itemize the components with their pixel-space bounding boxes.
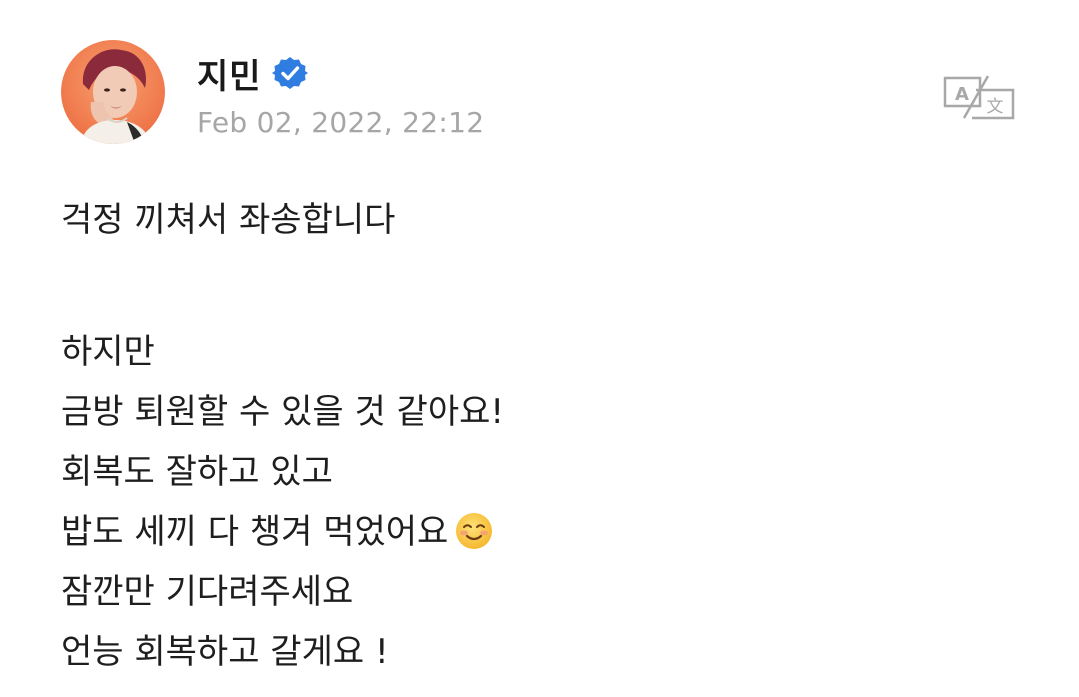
translate-icon: A 文 [943,75,1015,120]
svg-text:文: 文 [987,97,1004,117]
post-header: 지민 Feb 02, 2022, 22:12 [61,40,484,144]
post-line: 금방 퇴원할 수 있을 것 같아요! [61,392,505,432]
post-line-with-emoji: 밥도 세끼 다 챙겨 먹었어요 [61,502,504,562]
author-row: 지민 [197,49,484,98]
post-line: 언능 회복하고 갈게요 ! [61,632,389,672]
post-body: 걱정 끼쳐서 좌송합니다 하지만 금방 퇴원할 수 있을 것 같아요! 회복도 … [61,190,504,682]
post-timestamp: Feb 02, 2022, 22:12 [197,106,485,139]
verified-badge-icon [271,57,308,89]
post-line: 회복도 잘하고 있고 [61,452,333,492]
post-line: 걱정 끼쳐서 좌송합니다 [61,200,396,240]
avatar[interactable] [61,40,165,144]
smiling-face-emoji [456,513,493,549]
svg-text:A: A [955,84,969,105]
author-name[interactable]: 지민 [197,49,262,98]
post-line: 하지만 [61,332,155,372]
post-meta: 지민 Feb 02, 2022, 22:12 [197,49,485,140]
post-card: 지민 Feb 02, 2022, 22:12 A 文 걱정 끼쳐서 좌송합니다 … [0,0,1079,697]
post-line-text: 밥도 세끼 다 챙겨 먹었어요 [61,512,449,552]
post-line: 잠깐만 기다려주세요 [61,572,354,612]
translate-button[interactable]: A 文 [942,74,1016,120]
